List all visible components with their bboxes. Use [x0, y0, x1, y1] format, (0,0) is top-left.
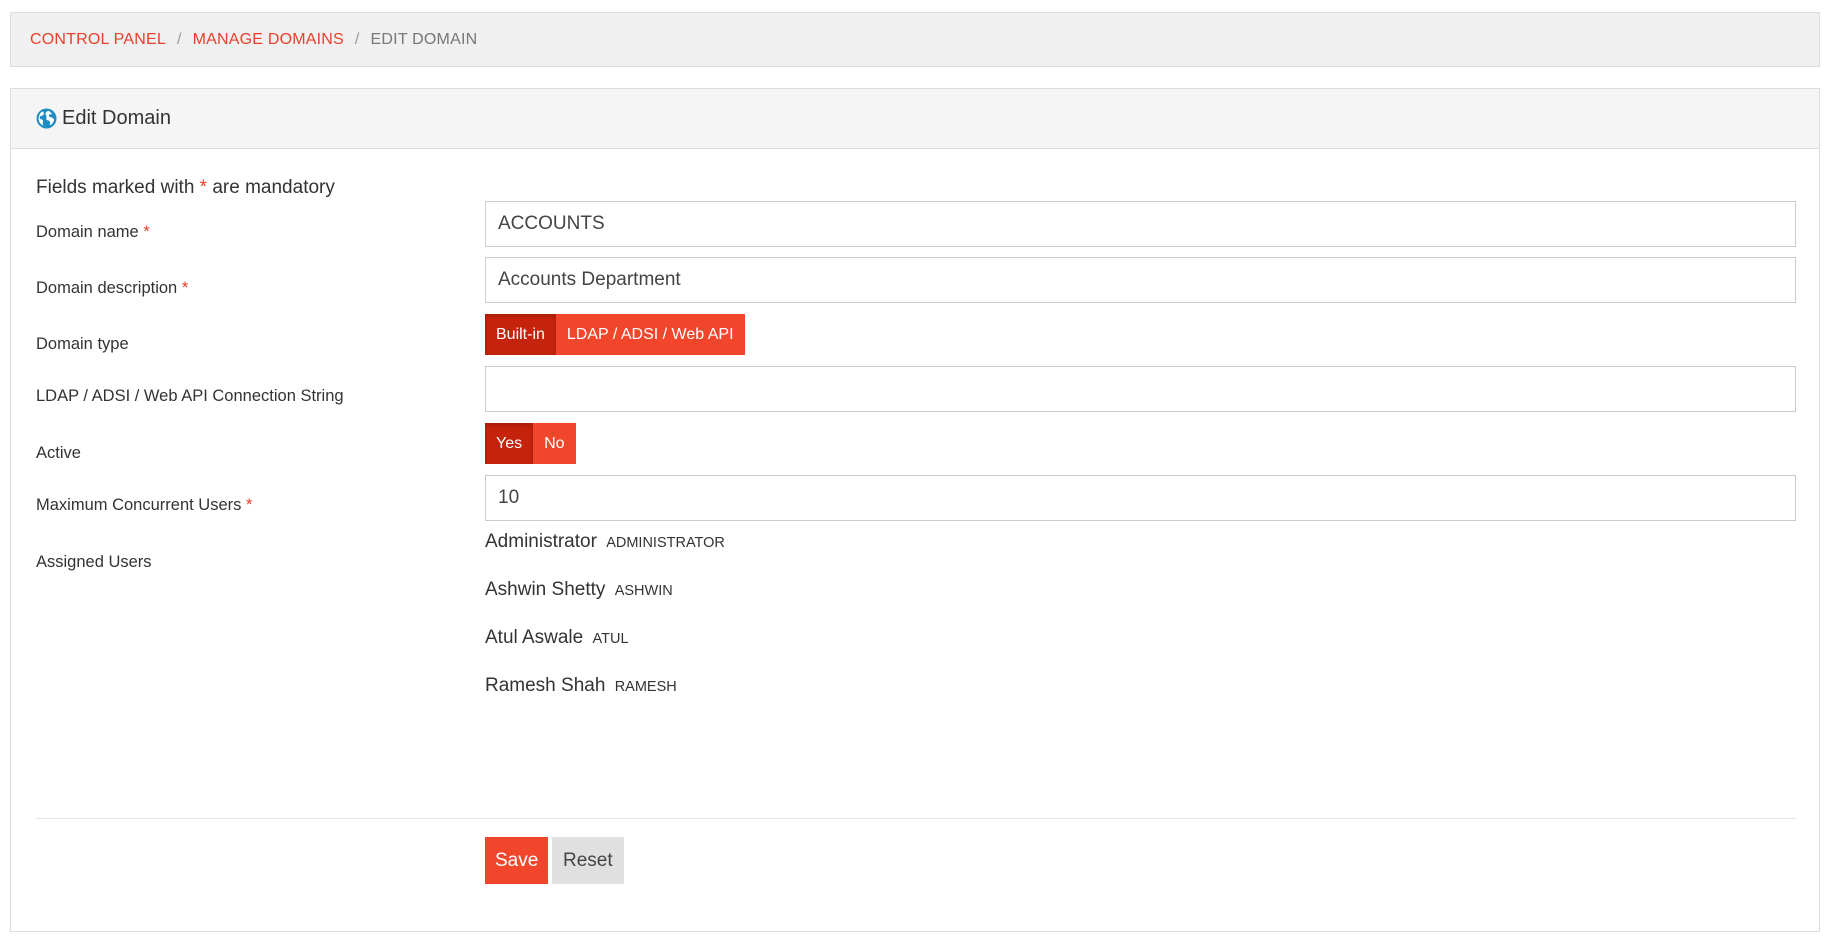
user-name: Ramesh Shah [485, 675, 606, 696]
save-button[interactable]: Save [485, 837, 549, 884]
domain-description-label: Domain description * [36, 279, 189, 297]
active-label: Active [36, 444, 81, 462]
domain-type-ldap-option[interactable]: LDAP / ADSI / Web API [555, 314, 745, 355]
form-divider [36, 818, 1796, 819]
assigned-users-label: Assigned Users [36, 553, 152, 571]
active-toggle: Yes No [485, 423, 576, 464]
list-item: Ramesh Shah RAMESH [485, 675, 725, 723]
user-name: Administrator [485, 531, 597, 552]
connection-string-label: LDAP / ADSI / Web API Connection String [36, 387, 344, 405]
max-users-label: Maximum Concurrent Users * [36, 496, 253, 514]
panel-header: Edit Domain [11, 89, 1819, 149]
connection-string-input[interactable] [485, 366, 1796, 412]
domain-name-label: Domain name * [36, 223, 150, 241]
required-star: * [181, 279, 189, 297]
domain-type-toggle: Built-in LDAP / ADSI / Web API [485, 314, 745, 355]
assigned-users-list: Administrator ADMINISTRATOR Ashwin Shett… [485, 531, 725, 723]
required-star: * [143, 223, 150, 241]
mandatory-note-prefix: Fields marked with [36, 177, 195, 198]
domain-type-label: Domain type [36, 335, 129, 353]
user-code: ASHWIN [614, 583, 673, 599]
globe-icon [36, 108, 57, 129]
domain-name-input[interactable] [485, 201, 1796, 247]
mandatory-note: Fields marked with * are mandatory [36, 177, 335, 199]
user-code: ATUL [592, 631, 629, 647]
breadcrumb-manage-domains[interactable]: MANAGE DOMAINS [193, 31, 344, 49]
domain-description-input[interactable] [485, 257, 1796, 303]
breadcrumb: CONTROL PANEL / MANAGE DOMAINS / EDIT DO… [10, 12, 1820, 67]
user-name: Ashwin Shetty [485, 579, 606, 600]
list-item: Ashwin Shetty ASHWIN [485, 579, 725, 627]
breadcrumb-separator: / [176, 30, 182, 48]
active-no-option[interactable]: No [533, 423, 576, 464]
list-item: Atul Aswale ATUL [485, 627, 725, 675]
required-star: * [199, 177, 208, 198]
mandatory-note-suffix: are mandatory [212, 177, 335, 198]
edit-domain-panel: Edit Domain Fields marked with * are man… [10, 88, 1820, 932]
active-yes-option[interactable]: Yes [485, 423, 534, 464]
max-users-input[interactable] [485, 475, 1796, 521]
breadcrumb-separator: / [354, 30, 360, 48]
domain-type-builtin-option[interactable]: Built-in [485, 314, 556, 355]
breadcrumb-edit-domain: EDIT DOMAIN [370, 30, 478, 48]
panel-title: Edit Domain [62, 107, 171, 129]
user-name: Atul Aswale [485, 627, 584, 648]
user-code: ADMINISTRATOR [606, 535, 725, 551]
breadcrumb-control-panel[interactable]: CONTROL PANEL [30, 31, 166, 49]
list-item: Administrator ADMINISTRATOR [485, 531, 725, 579]
user-code: RAMESH [614, 679, 677, 695]
reset-button[interactable]: Reset [552, 837, 624, 884]
required-star: * [245, 496, 253, 514]
